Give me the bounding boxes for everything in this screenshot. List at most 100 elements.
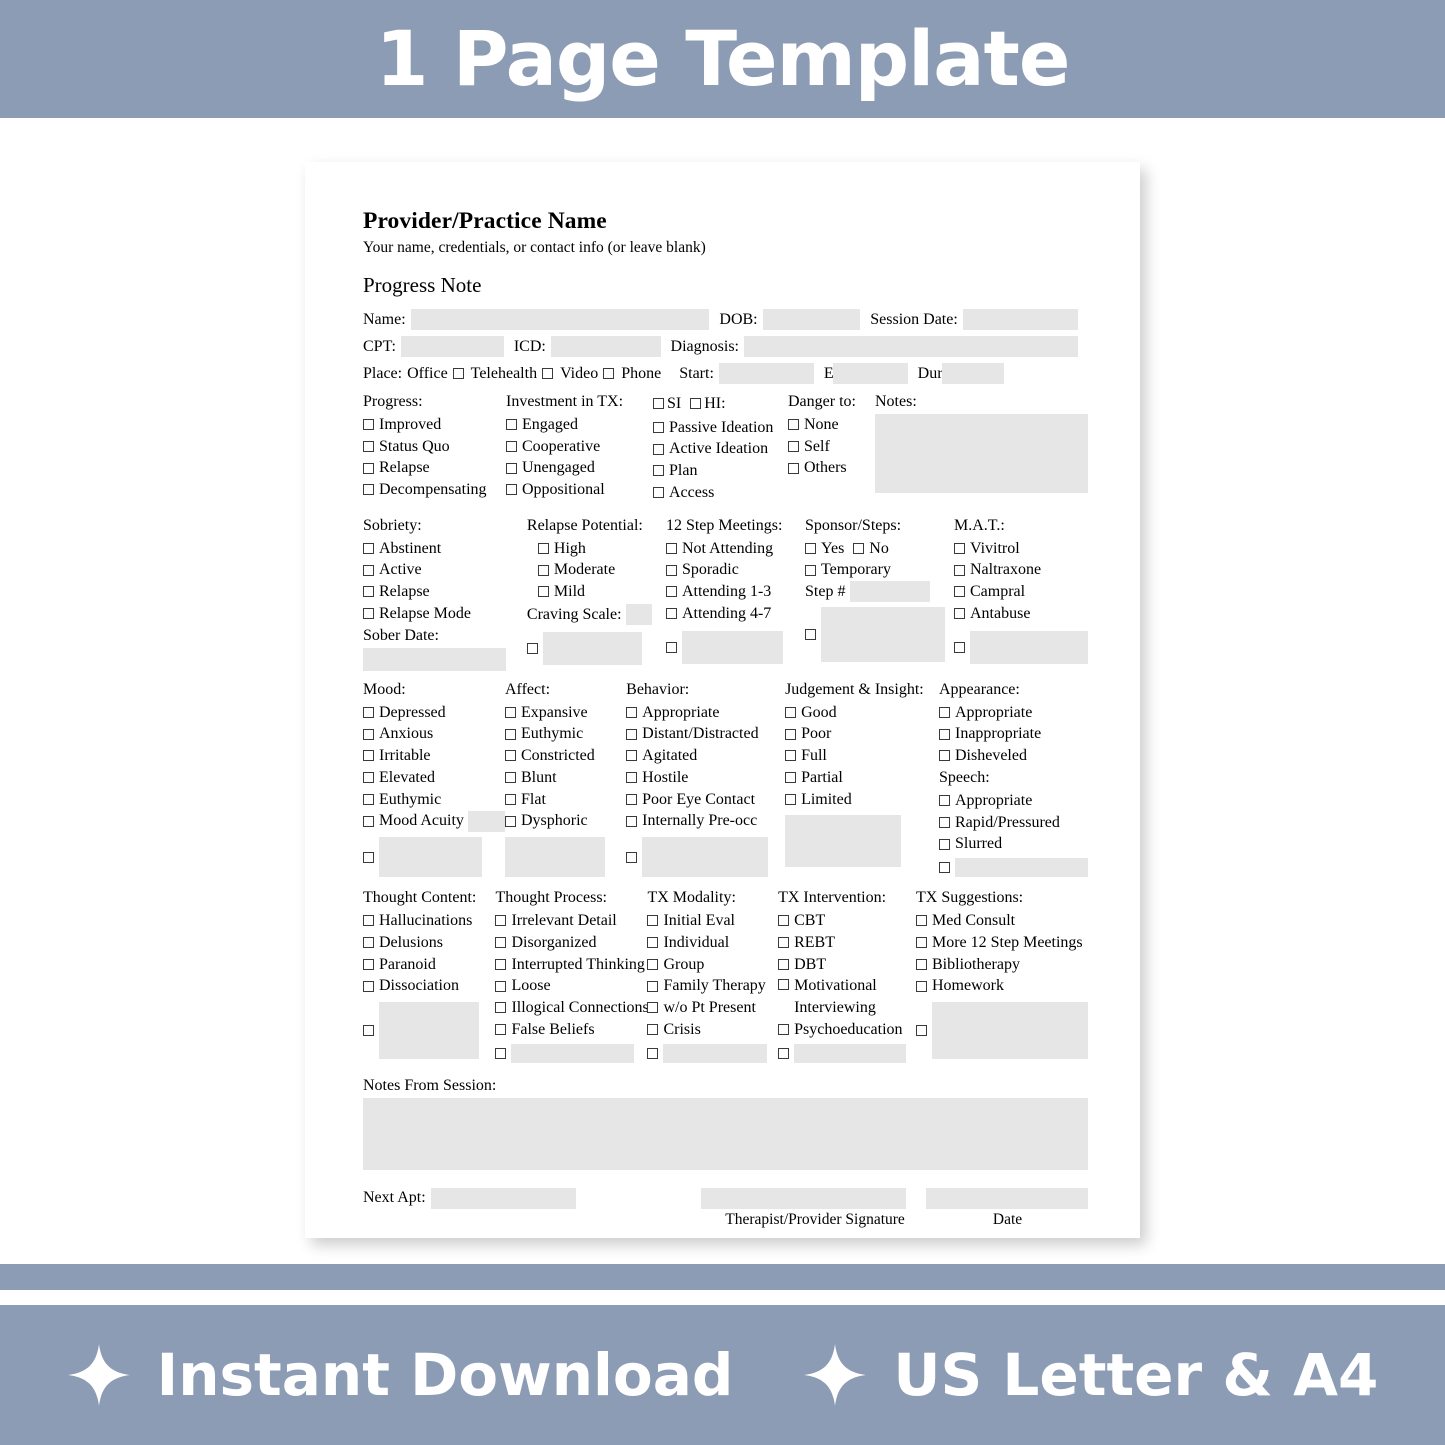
checkbox-icon[interactable] [363,851,374,863]
checkbox-icon[interactable] [778,1024,790,1036]
craving-scale-input[interactable] [625,604,652,626]
thought-process-other-input[interactable] [511,1043,635,1063]
checkbox-icon[interactable] [665,542,677,554]
checkbox-icon[interactable] [653,465,664,477]
tx-intervention-option-cbt[interactable]: CBT [778,910,916,932]
next-apt-input[interactable] [430,1187,577,1209]
checkbox-icon[interactable] [495,958,507,970]
checkbox-icon[interactable] [505,728,516,740]
mat-option-vivitrol[interactable]: Vivitrol [954,538,1088,560]
checkbox-icon[interactable] [653,398,664,410]
start-input[interactable] [718,363,814,385]
speech-other-input[interactable] [955,858,1088,877]
checkbox-icon[interactable] [916,958,927,970]
checkbox-icon[interactable] [495,980,507,992]
checkbox-icon[interactable] [785,750,797,762]
checkbox-icon[interactable] [653,421,664,433]
dob-input[interactable] [762,309,861,330]
thought-content-option-hallucinations[interactable]: Hallucinations [363,910,495,932]
behavior-other-input[interactable] [642,837,769,877]
checkbox-icon[interactable] [363,564,374,576]
checkbox-icon[interactable] [805,564,817,576]
signature-input[interactable] [701,1187,907,1209]
speech-option-slurred[interactable]: Slurred [939,833,1088,855]
behavior-option-agitated[interactable]: Agitated [626,745,785,767]
affect-other-input[interactable] [505,837,605,877]
checkbox-icon[interactable] [665,608,677,620]
thought-process-option-loose[interactable]: Loose [495,975,647,997]
checkbox-icon[interactable] [626,815,638,827]
tx-intervention-other-input[interactable] [794,1043,907,1063]
twelve-step-option-attending-4-7[interactable]: Attending 4-7 [665,603,805,625]
checkbox-icon[interactable] [505,793,516,805]
checkbox-icon[interactable] [363,462,374,474]
tx-modality-other-input[interactable] [663,1043,768,1063]
mat-other-input[interactable] [970,630,1088,664]
thought-content-other-input[interactable] [379,1002,479,1059]
checkbox-icon[interactable] [626,728,638,740]
tx-modality-option-initial-eval[interactable]: Initial Eval [647,910,778,932]
checkbox-icon[interactable] [647,958,659,970]
twelve-step-option-not-attending[interactable]: Not Attending [665,538,805,560]
checkbox-icon[interactable] [626,750,638,762]
mat-option-antabuse[interactable]: Antabuse [954,603,1088,625]
danger-option-none[interactable]: None [788,414,875,436]
end-input[interactable] [832,363,908,385]
checkbox-icon[interactable] [939,816,950,828]
place-option-telehealth[interactable]: Telehealth [471,363,554,385]
checkbox-icon[interactable] [495,1047,507,1059]
checkbox-icon[interactable] [778,958,790,970]
affect-option-blunt[interactable]: Blunt [505,767,626,789]
behavior-option-internally-preocc[interactable]: Internally Pre-occ [626,810,785,832]
behavior-option-hostile[interactable]: Hostile [626,767,785,789]
tx-suggestions-option-more-12-step[interactable]: More 12 Step Meetings [916,932,1088,954]
checkbox-icon[interactable] [788,440,799,452]
judgement-option-partial[interactable]: Partial [785,767,939,789]
checkbox-icon[interactable] [363,706,374,718]
checkbox-icon[interactable] [363,772,374,784]
sobriety-option-active[interactable]: Active [363,559,527,581]
checkbox-icon[interactable] [363,542,374,554]
judgement-option-poor[interactable]: Poor [785,723,939,745]
checkbox-icon[interactable] [939,795,950,807]
progress-option-status-quo[interactable]: Status Quo [363,436,506,458]
checkbox-icon[interactable] [363,1025,374,1036]
appearance-option-appropriate[interactable]: Appropriate [939,702,1088,724]
relapse-potential-other-input[interactable] [542,631,642,665]
duration-input[interactable] [941,363,1004,385]
checkbox-icon[interactable] [665,564,677,576]
mood-option-elevated[interactable]: Elevated [363,767,505,789]
checkbox-icon[interactable] [505,750,516,762]
checkbox-icon[interactable] [647,1024,659,1036]
checkbox-icon[interactable] [603,368,615,380]
appearance-option-disheveled[interactable]: Disheveled [939,745,1088,767]
affect-option-euthymic[interactable]: Euthymic [505,723,626,745]
checkbox-icon[interactable] [537,542,549,554]
progress-option-improved[interactable]: Improved [363,414,506,436]
speech-option-rapid-pressured[interactable]: Rapid/Pressured [939,812,1088,834]
place-option-office[interactable]: Office [407,363,464,385]
checkbox-icon[interactable] [647,937,659,949]
checkbox-icon[interactable] [939,838,950,850]
checkbox-icon[interactable] [363,419,374,431]
progress-option-decompensating[interactable]: Decompensating [363,479,506,501]
checkbox-icon[interactable] [954,564,965,576]
affect-option-dysphoric[interactable]: Dysphoric [505,810,626,832]
checkbox-icon[interactable] [542,368,554,380]
investment-option-oppositional[interactable]: Oppositional [506,479,653,501]
checkbox-icon[interactable] [653,487,664,499]
date-input[interactable] [926,1187,1088,1209]
tx-intervention-option-psychoeducation[interactable]: Psychoeducation [778,1019,916,1041]
checkbox-icon[interactable] [452,368,464,380]
mood-acuity-input[interactable] [467,810,505,832]
step-number-input[interactable] [850,581,931,603]
checkbox-icon[interactable] [495,1024,507,1036]
checkbox-icon[interactable] [954,542,965,554]
sponsor-other-input[interactable] [821,606,946,662]
checkbox-icon[interactable] [939,862,950,873]
checkbox-icon[interactable] [785,706,797,718]
checkbox-icon[interactable] [665,586,677,598]
tx-modality-option-family-therapy[interactable]: Family Therapy [647,975,778,997]
mood-other-input[interactable] [379,837,482,877]
mat-option-campral[interactable]: Campral [954,581,1088,603]
